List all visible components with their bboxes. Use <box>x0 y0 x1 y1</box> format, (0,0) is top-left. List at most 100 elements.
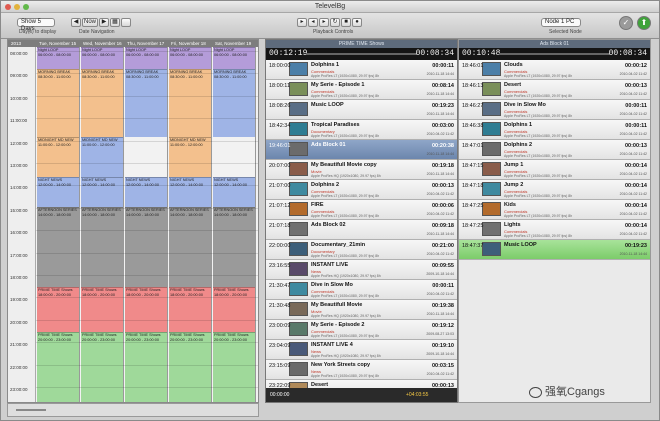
progress-track <box>306 53 417 55</box>
playlist-row[interactable]: 23:04:09 INSTANT LIVE 4 News Apple ProRes H… <box>266 340 457 360</box>
record-icon[interactable]: ● <box>352 18 362 27</box>
playlist-row[interactable]: 18:46:27 Dive in Slow Mo Commercials Apple … <box>459 100 650 120</box>
schedule-block[interactable]: MIDNIGHT MD NEW 11:00:00 - 12:00:00 <box>81 137 123 177</box>
days-select[interactable]: Show 5 Days <box>17 18 55 32</box>
day-column-3[interactable]: Night LOOP 06:00:00 - 08:00:00 MORNING BRE… <box>124 47 168 402</box>
schedule-block[interactable]: MIDNIGHT MD NEW 11:00:00 - 12:00:00 <box>37 137 79 177</box>
close-icon[interactable] <box>5 4 11 10</box>
day-column-2[interactable]: Night LOOP 06:00:00 - 08:00:00 MORNING BRE… <box>80 47 124 402</box>
now-button[interactable]: Now <box>82 18 98 27</box>
schedule-block[interactable]: PRIME TIME Shows 18:00:00 - 20:00:00 <box>169 287 211 332</box>
playback-caption: Playback Controls <box>313 29 354 35</box>
day-header-1[interactable]: Tue, November 15 <box>39 40 76 47</box>
row-time: 18:47:25 <box>462 203 484 209</box>
clip-thumbnail <box>289 182 308 196</box>
playlist-row[interactable]: 21:30:48 My Beautifull Movie Movie Apple Pr… <box>266 300 457 320</box>
playlist-row[interactable]: 18:46:38 Dolphins 1 Commercials Apple ProRe… <box>459 120 650 140</box>
calendar-zoom-bar[interactable] <box>7 403 259 417</box>
node-select[interactable]: Node 1 PC <box>541 18 581 27</box>
skip-forward-icon[interactable]: ▸ <box>319 18 329 27</box>
playlist-row[interactable]: 23:15:09 New York Streets copy News Apple P… <box>266 360 457 380</box>
time-label: 17:00:00 <box>10 252 28 258</box>
skip-back-icon[interactable]: ◂ <box>308 18 318 27</box>
playlist-row[interactable]: 21:07:18 Ads Block 02 00:09:18 2010-11-18 1… <box>266 220 457 240</box>
schedule-block[interactable]: PRIME TIME Shows 18:00:00 - 20:00:00 <box>37 287 79 332</box>
block-time: 14:00:00 - 18:00:00 <box>82 212 115 217</box>
playlist-row[interactable]: 18:46:01 Clouds Commercials Apple ProRes LT… <box>459 60 650 80</box>
prev-button[interactable]: ◀ <box>71 18 81 27</box>
row-spec: Apple ProRes LT (1920x1080, 29.97 fps) 8… <box>504 174 573 178</box>
clip-thumbnail <box>289 282 308 296</box>
row-duration: 00:21:00 <box>431 243 454 249</box>
day-header-5[interactable]: Sat, November 19 <box>215 40 251 47</box>
row-spec: Apple ProRes HQ (1920x1080, 29.97 fps) 8… <box>311 274 381 278</box>
playlist-row[interactable]: 18:47:25 Lights Commercials Apple ProRes LT… <box>459 220 650 240</box>
schedule-block[interactable]: NIGHT NEWS 12:00:00 - 14:00:00 <box>213 177 255 207</box>
playlist-row[interactable]: 21:07:12 FIRE Commercials Apple ProRes LT (… <box>266 200 457 220</box>
zoom-slider[interactable] <box>16 409 46 411</box>
zoom-icon[interactable] <box>23 4 29 10</box>
playlist-row[interactable]: 18:47:15 Jump 1 Commercials Apple ProRes LT… <box>459 160 650 180</box>
playlist-row[interactable]: 18:08:26 Music LOOP 00:19:23 2010-11-18 14:… <box>266 100 457 120</box>
playlist-row[interactable]: 20:07:00 My Beautifull Movie copy Movie App… <box>266 160 457 180</box>
block-time: 18:00:00 - 20:00:00 <box>170 292 203 297</box>
check-icon[interactable]: ✓ <box>619 16 633 30</box>
row-duration: 00:03:15 <box>431 363 454 369</box>
playlist-row[interactable]: 18:47:37 Music LOOP 00:19:23 2010-11-18 14:… <box>459 240 650 260</box>
schedule-block[interactable]: MORNING BREAK 08:30:00 - 11:00:00 <box>169 69 211 137</box>
day-column-1[interactable]: Night LOOP 06:00:00 - 08:00:00 MORNING BRE… <box>36 47 80 402</box>
schedule-block[interactable]: MORNING BREAK 08:30:00 - 11:00:00 <box>213 69 255 137</box>
day-header-3[interactable]: Thu, November 17 <box>127 40 164 47</box>
time-label: 21:00:00 <box>10 342 28 348</box>
grid-button[interactable] <box>121 18 131 27</box>
schedule-block[interactable]: NIGHT NEWS 12:00:00 - 14:00:00 <box>37 177 79 207</box>
playlist-row[interactable]: 23:16:55 INSTANT LIVE News Apple ProRes HQ … <box>266 260 457 280</box>
schedule-block[interactable]: PRIME TIME Shows 18:00:00 - 20:00:00 <box>125 287 167 332</box>
block-time: 14:00:00 - 18:00:00 <box>170 212 203 217</box>
day-header-2[interactable]: Wed, November 16 <box>83 40 122 47</box>
schedule-block[interactable]: NIGHT NEWS 12:00:00 - 14:00:00 <box>125 177 167 207</box>
playlist-row[interactable]: 18:47:18 Jump 2 Commercials Apple ProRes LT… <box>459 180 650 200</box>
minimize-icon[interactable] <box>14 4 20 10</box>
loop-icon[interactable]: ↻ <box>330 18 340 27</box>
playlist-left-clock: 00:12:19 00:08:34 <box>266 48 457 60</box>
row-duration: 00:00:06 <box>431 203 454 209</box>
schedule-block[interactable]: MIDNIGHT MD NEW 11:00:00 - 12:00:00 <box>169 137 211 177</box>
playlist-row[interactable]: 18:42:34 Tropical Paradises Documentary App… <box>266 120 457 140</box>
hour-line <box>36 275 258 276</box>
time-label: 18:00:00 <box>10 275 28 280</box>
schedule-block[interactable]: MORNING BREAK 08:30:00 - 11:00:00 <box>37 69 79 137</box>
row-duration: 00:19:38 <box>431 303 454 309</box>
next-button[interactable]: ▶ <box>99 18 109 27</box>
row-name: Ads Block 02 <box>311 222 346 228</box>
schedule-block[interactable]: PRIME TIME Shows 18:00:00 - 20:00:00 <box>213 287 255 332</box>
upload-icon[interactable]: ⬆ <box>637 16 651 30</box>
day-column-4[interactable]: Night LOOP 06:00:00 - 08:00:00 MORNING BRE… <box>168 47 212 402</box>
row-date: 2010-11-18 14:44 <box>426 232 454 236</box>
play-icon[interactable]: ▸ <box>297 18 307 27</box>
playlist-row[interactable]: 21:07:00 Dolphins 2 Commercials Apple ProRe… <box>266 180 457 200</box>
row-time: 21:30:48 <box>269 303 291 309</box>
playlist-row[interactable]: 18:47:01 Dolphins 2 Commercials Apple ProRe… <box>459 140 650 160</box>
schedule-block[interactable]: MORNING BREAK 08:30:00 - 11:00:00 <box>81 69 123 137</box>
playlist-row[interactable]: 18:00:00 Dolphins 1 Commercials Apple ProRe… <box>266 60 457 80</box>
playlist-row[interactable]: 18:00:11 My Serie - Episode 1 Commercials A… <box>266 80 457 100</box>
calendar-button[interactable]: ▦ <box>110 18 120 27</box>
playlist-row[interactable]: 23:00:09 My Serie - Episode 2 Commercials A… <box>266 320 457 340</box>
playlist-row[interactable]: 18:47:25 Kids Commercials Apple ProRes LT (… <box>459 200 650 220</box>
playlist-row[interactable]: 21:30:47 Dive in Slow Mo Commercials Apple … <box>266 280 457 300</box>
stop-icon[interactable]: ■ <box>341 18 351 27</box>
row-name: Kids <box>504 202 516 208</box>
schedule-block[interactable]: NIGHT NEWS 12:00:00 - 14:00:00 <box>169 177 211 207</box>
schedule-block[interactable]: MORNING BREAK 08:30:00 - 11:00:00 <box>125 69 167 137</box>
hour-line <box>36 118 258 120</box>
playlist-row[interactable]: 22:00:00 Documentary_21min Documentary Appl… <box>266 240 457 260</box>
schedule-block[interactable]: PRIME TIME Shows 18:00:00 - 20:00:00 <box>81 287 123 332</box>
playlist-row[interactable]: 19:46:01 Ads Block 01 00:20:38 2010-11-18 1… <box>266 140 457 160</box>
row-name: INSTANT LIVE <box>311 262 349 268</box>
playlist-row[interactable]: 18:46:13 Desert Commercials Apple ProRes LT… <box>459 80 650 100</box>
schedule-block[interactable]: NIGHT NEWS 12:00:00 - 14:00:00 <box>81 177 123 207</box>
day-header-4[interactable]: Fri, November 18 <box>171 40 206 47</box>
day-column-5[interactable]: Night LOOP 06:00:00 - 08:00:00 MORNING BRE… <box>212 47 256 402</box>
block-label: PRIME TIME Shows <box>170 333 205 337</box>
